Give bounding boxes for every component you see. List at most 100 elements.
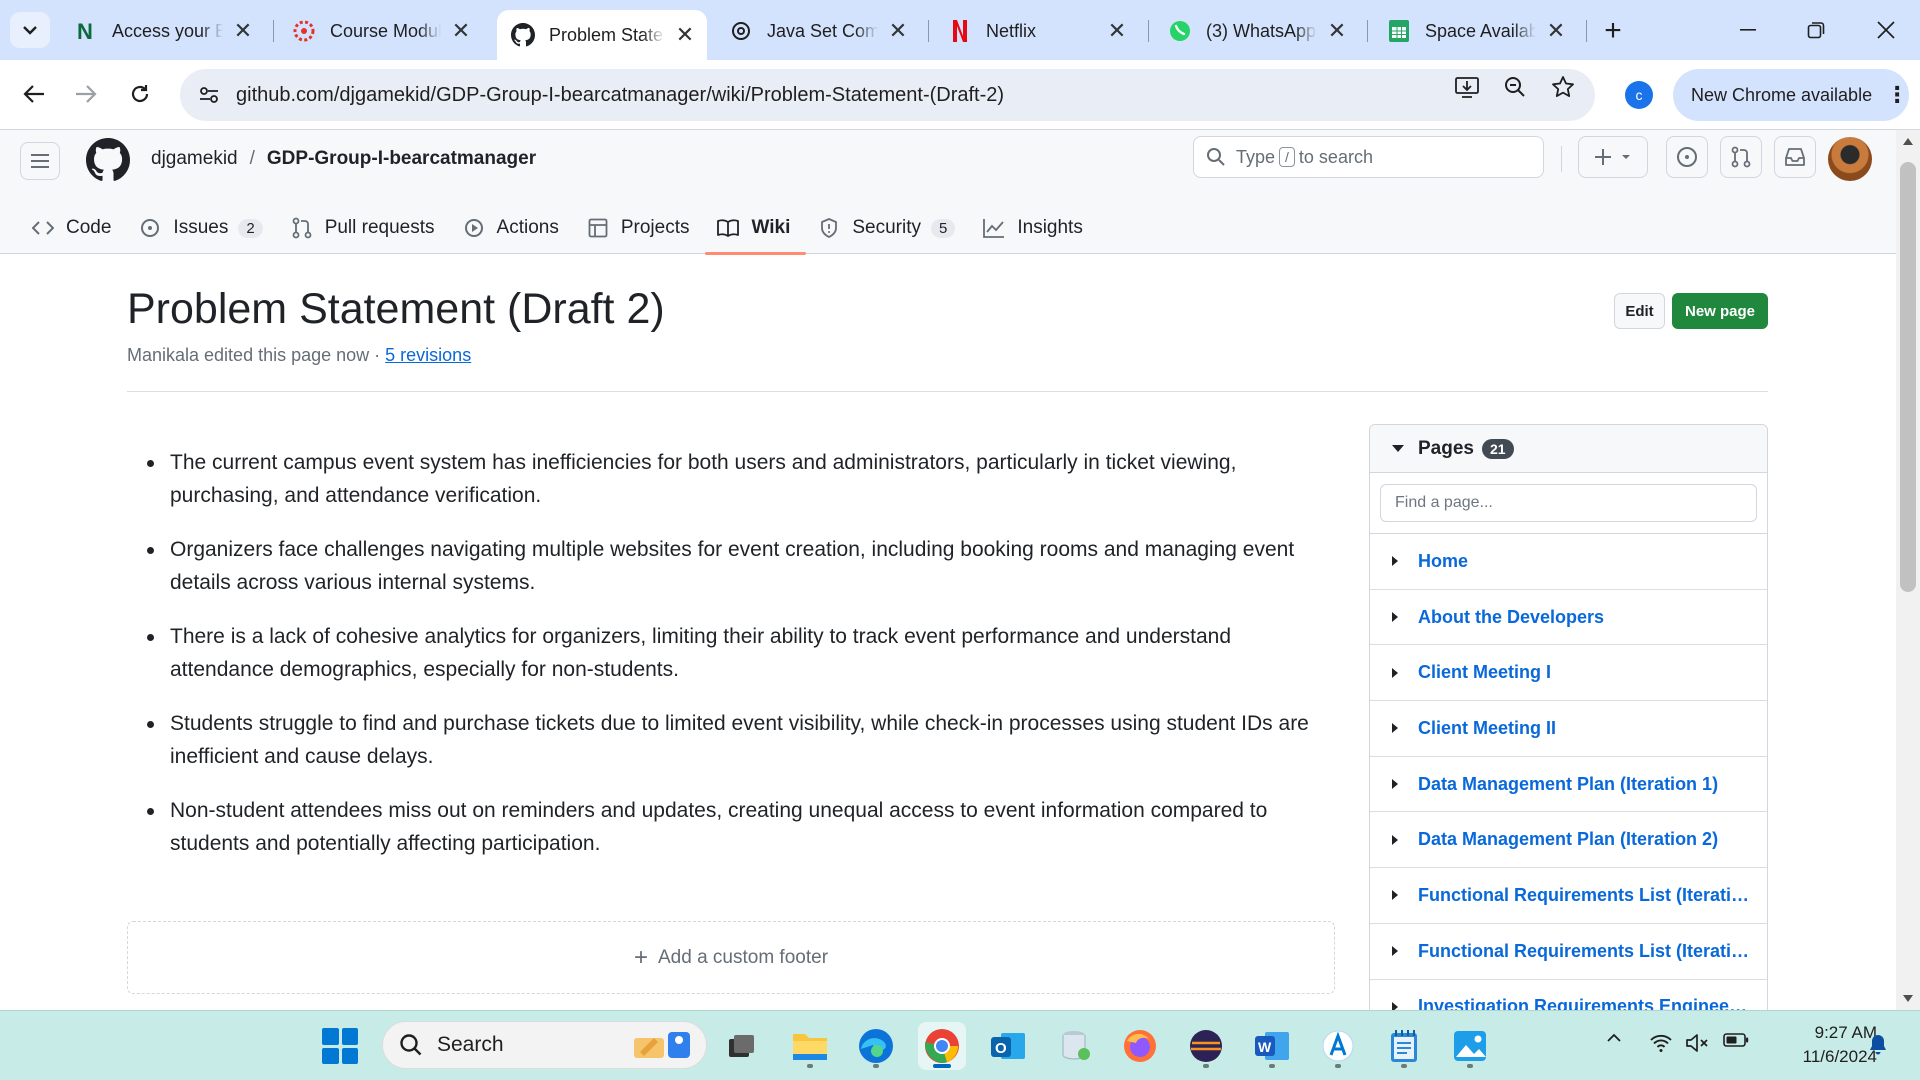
global-nav-menu-button[interactable] bbox=[20, 142, 60, 180]
page-scrollbar[interactable] bbox=[1896, 130, 1920, 1010]
sidebar-item-client-meeting-1[interactable]: Client Meeting I bbox=[1370, 645, 1767, 702]
pages-toggle[interactable]: Pages 21 bbox=[1370, 425, 1767, 473]
file-explorer-app[interactable] bbox=[786, 1022, 834, 1070]
caret-right-icon[interactable] bbox=[1392, 612, 1398, 623]
revisions-link[interactable]: 5 revisions bbox=[385, 345, 471, 365]
site-info-icon[interactable] bbox=[194, 86, 224, 104]
window-close-button[interactable] bbox=[1856, 8, 1916, 52]
forward-button[interactable] bbox=[66, 74, 106, 114]
browser-tab[interactable]: Netflix ✕ bbox=[934, 10, 1139, 52]
caret-right-icon[interactable] bbox=[1392, 946, 1398, 957]
word-app[interactable]: W bbox=[1248, 1022, 1296, 1070]
bookmark-star-icon[interactable] bbox=[1548, 72, 1578, 102]
tab-issues[interactable]: Issues 2 bbox=[127, 202, 278, 254]
caret-right-icon[interactable] bbox=[1392, 834, 1398, 845]
show-hidden-icons-button[interactable] bbox=[1604, 1033, 1624, 1043]
zoom-icon[interactable] bbox=[1500, 72, 1530, 102]
edge-app[interactable] bbox=[852, 1022, 900, 1070]
sidebar-item-data-management-1[interactable]: Data Management Plan (Iteration 1) bbox=[1370, 757, 1767, 813]
tab-projects[interactable]: Projects bbox=[575, 202, 706, 254]
browser-tab[interactable]: Course Modul ✕ bbox=[278, 10, 483, 52]
windows-start-button[interactable] bbox=[322, 1028, 358, 1064]
address-bar[interactable]: github.com/djgamekid/GDP-Group-I-bearcat… bbox=[180, 69, 1595, 121]
caret-right-icon[interactable] bbox=[1392, 890, 1398, 901]
browser-tab-active[interactable]: Problem State ✕ bbox=[497, 10, 707, 60]
firefox-app[interactable] bbox=[1116, 1022, 1164, 1070]
caret-right-icon[interactable] bbox=[1392, 556, 1398, 567]
new-page-button[interactable]: New page bbox=[1672, 293, 1768, 329]
repo-owner-link[interactable]: djgamekid bbox=[151, 148, 238, 170]
azure-data-studio-app[interactable] bbox=[1314, 1022, 1362, 1070]
battery-status[interactable] bbox=[1722, 1033, 1750, 1047]
find-page-input[interactable] bbox=[1380, 484, 1757, 522]
edit-button[interactable]: Edit bbox=[1614, 293, 1665, 329]
scroll-up-icon[interactable] bbox=[1903, 138, 1913, 145]
sidebar-item-client-meeting-2[interactable]: Client Meeting II bbox=[1370, 701, 1767, 757]
back-button[interactable] bbox=[14, 74, 54, 114]
notepad-app[interactable] bbox=[1380, 1022, 1428, 1070]
user-avatar[interactable] bbox=[1828, 137, 1872, 181]
close-icon[interactable]: ✕ bbox=[886, 18, 910, 43]
sidebar-item-functional-req-2[interactable]: Functional Requirements List (Iteratio..… bbox=[1370, 924, 1767, 980]
restore-button[interactable] bbox=[1786, 8, 1846, 52]
caret-right-icon[interactable] bbox=[1392, 667, 1398, 678]
eclipse-app[interactable] bbox=[1182, 1022, 1230, 1070]
inbox-button[interactable] bbox=[1774, 136, 1816, 178]
repo-name-link[interactable]: GDP-Group-I-bearcatmanager bbox=[267, 148, 536, 170]
page-link[interactable]: Functional Requirements List (Iteratio..… bbox=[1418, 885, 1753, 906]
browser-tab[interactable]: Java Set Comp ✕ bbox=[715, 10, 920, 52]
browser-tab[interactable]: N Access your B ✕ bbox=[60, 10, 265, 52]
tab-search-button[interactable] bbox=[10, 12, 50, 48]
github-logo-icon[interactable] bbox=[86, 138, 130, 182]
page-link[interactable]: Client Meeting II bbox=[1418, 718, 1556, 739]
minimize-button[interactable] bbox=[1718, 8, 1778, 52]
notifications-button[interactable] bbox=[1866, 1033, 1890, 1055]
create-new-button[interactable] bbox=[1578, 136, 1648, 178]
volume-status[interactable] bbox=[1684, 1033, 1710, 1053]
caret-right-icon[interactable] bbox=[1392, 779, 1398, 790]
sidebar-item-home[interactable]: Home bbox=[1370, 534, 1767, 590]
chrome-app[interactable] bbox=[918, 1022, 966, 1070]
close-icon[interactable]: ✕ bbox=[231, 18, 255, 43]
reload-button[interactable] bbox=[120, 74, 160, 114]
page-link[interactable]: Client Meeting I bbox=[1418, 662, 1551, 683]
close-icon[interactable]: ✕ bbox=[1105, 18, 1129, 43]
scrollbar-thumb[interactable] bbox=[1900, 162, 1916, 592]
profile-avatar[interactable]: c bbox=[1625, 81, 1653, 109]
install-app-icon[interactable] bbox=[1452, 72, 1482, 102]
photos-app[interactable] bbox=[1446, 1022, 1494, 1070]
tab-security[interactable]: Security 5 bbox=[806, 202, 971, 254]
sidebar-item-data-management-2[interactable]: Data Management Plan (Iteration 2) bbox=[1370, 812, 1767, 869]
new-chrome-available-button[interactable]: New Chrome available ⋮ bbox=[1673, 69, 1909, 121]
page-link[interactable]: About the Developers bbox=[1418, 607, 1604, 628]
tab-pull-requests[interactable]: Pull requests bbox=[279, 202, 451, 254]
tab-insights[interactable]: Insights bbox=[971, 202, 1098, 254]
tab-actions[interactable]: Actions bbox=[451, 202, 575, 254]
page-link[interactable]: Functional Requirements List (Iteratio..… bbox=[1418, 941, 1753, 962]
taskbar-search[interactable]: Search bbox=[382, 1021, 707, 1069]
close-icon[interactable]: ✕ bbox=[1544, 18, 1568, 43]
browser-tab[interactable]: Space Availab ✕ bbox=[1373, 10, 1578, 52]
page-link[interactable]: Home bbox=[1418, 551, 1468, 572]
issues-button[interactable] bbox=[1666, 136, 1708, 178]
tab-code[interactable]: Code bbox=[20, 202, 127, 254]
sidebar-item-investigation[interactable]: Investigation Requirements Engineeri... bbox=[1370, 980, 1767, 1013]
outlook-app[interactable]: O bbox=[984, 1022, 1032, 1070]
close-icon[interactable]: ✕ bbox=[1325, 18, 1349, 43]
close-icon[interactable]: ✕ bbox=[449, 18, 473, 43]
add-custom-footer-button[interactable]: + Add a custom footer bbox=[127, 921, 1335, 994]
taskview-app[interactable] bbox=[718, 1022, 766, 1070]
page-link[interactable]: Data Management Plan (Iteration 1) bbox=[1418, 774, 1718, 795]
sidebar-item-functional-req-1[interactable]: Functional Requirements List (Iteratio..… bbox=[1370, 868, 1767, 924]
close-icon[interactable]: ✕ bbox=[673, 22, 697, 47]
page-link[interactable]: Data Management Plan (Iteration 2) bbox=[1418, 829, 1718, 850]
caret-right-icon[interactable] bbox=[1392, 723, 1398, 734]
scroll-down-icon[interactable] bbox=[1903, 995, 1913, 1002]
system-clock[interactable]: 9:27 AM 11/6/2024 bbox=[1767, 1021, 1877, 1069]
search-input[interactable]: Type / to search bbox=[1193, 136, 1544, 178]
database-app[interactable] bbox=[1052, 1022, 1100, 1070]
wifi-status[interactable] bbox=[1648, 1033, 1674, 1053]
pull-requests-button[interactable] bbox=[1720, 136, 1762, 178]
tab-wiki[interactable]: Wiki bbox=[705, 202, 807, 255]
sidebar-item-about-developers[interactable]: About the Developers bbox=[1370, 590, 1767, 646]
